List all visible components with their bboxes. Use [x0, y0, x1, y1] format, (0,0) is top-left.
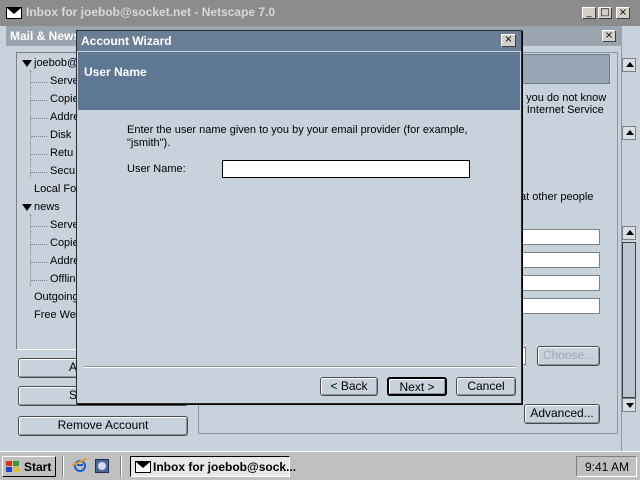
close-button[interactable]: × [616, 7, 630, 19]
account-settings-title: Mail & News [10, 29, 81, 43]
settings-field-1[interactable] [518, 229, 600, 245]
system-tray: 9:41 AM [576, 456, 637, 477]
scroll-up-arrow-icon-2[interactable] [622, 126, 636, 140]
mail-window-icon [6, 7, 22, 19]
tree-connector [31, 100, 47, 101]
next-button[interactable]: Next > [387, 377, 447, 396]
wizard-instruction-line-2: "jsmith"). [127, 137, 171, 149]
maximize-button[interactable]: □ [598, 7, 612, 19]
advanced-button[interactable]: Advanced... [524, 404, 600, 424]
tree-item-label: Outgoing [34, 291, 79, 303]
mail-task-icon [135, 461, 151, 473]
tree-connector [31, 154, 47, 155]
taskbar-task-inbox[interactable]: Inbox for joebob@sock... [130, 456, 296, 477]
expand-twisty-icon[interactable] [22, 60, 32, 67]
wizard-titlebar: Account Wizard × [77, 31, 521, 51]
tree-connector [31, 172, 47, 173]
tree-item-label: Serve [50, 75, 79, 87]
settings-help-text-3: at other people [520, 191, 594, 203]
remove-account-button[interactable]: Remove Account [18, 416, 188, 436]
username-input[interactable] [222, 160, 470, 178]
tree-connector [31, 244, 47, 245]
scroll-down-arrow-icon[interactable] [622, 398, 636, 412]
settings-help-text-2: r Internet Service [520, 104, 604, 116]
start-label: Start [24, 460, 52, 474]
tree-item-label: news [34, 201, 60, 213]
tree-item-label: Local Fo [34, 183, 77, 195]
main-window-title: Inbox for joebob@socket.net - Netscape 7… [26, 5, 276, 19]
netscape-icon[interactable] [94, 458, 110, 474]
tree-connector [31, 82, 47, 83]
wizard-header-banner: User Name [78, 52, 520, 110]
tree-item-label: Offlin [50, 273, 76, 285]
tree-connector [31, 136, 47, 137]
wizard-page-heading: User Name [84, 65, 147, 79]
username-label: User Name: [127, 163, 186, 175]
tree-connector [31, 118, 47, 119]
tree-connector [31, 226, 47, 227]
wizard-separator [83, 366, 515, 368]
tree-connector [31, 262, 47, 263]
tree-item-label: Copie [50, 237, 79, 249]
windows-logo-icon [6, 461, 20, 473]
tree-item-label: Addre [50, 255, 80, 267]
scroll-thumb[interactable] [622, 242, 636, 398]
scroll-up-arrow-icon-3[interactable] [622, 226, 636, 240]
tree-item-label: Secu [50, 165, 76, 177]
minimize-button[interactable]: _ [582, 7, 596, 19]
settings-header-strip [516, 54, 610, 84]
tree-connector [31, 280, 47, 281]
main-title-bar: Inbox for joebob@socket.net - Netscape 7… [0, 0, 640, 26]
tree-item-label: Free We [34, 309, 76, 321]
tree-item-label: Copie [50, 93, 79, 105]
start-button[interactable]: Start [2, 456, 56, 477]
back-button[interactable]: < Back [320, 377, 378, 396]
scroll-up-arrow-icon[interactable] [622, 58, 636, 72]
wizard-close-button[interactable]: × [501, 34, 516, 47]
tree-item-label: Serve [50, 219, 79, 231]
taskbar: Start Inbox for joebob@sock... 9:41 AM [0, 451, 640, 480]
choose-button[interactable]: Choose... [537, 346, 600, 366]
tree-item-label: Disk [50, 129, 72, 141]
internet-explorer-icon[interactable] [71, 457, 89, 474]
settings-field-3[interactable] [518, 275, 600, 291]
account-wizard-dialog: Account Wizard × User Name Enter the use… [76, 30, 522, 404]
tree-item-label: Retu [50, 147, 74, 159]
account-settings-close-button[interactable]: × [602, 30, 616, 42]
clock: 9:41 AM [585, 460, 630, 474]
tree-item-label: Addre [50, 111, 80, 123]
cancel-button[interactable]: Cancel [456, 377, 516, 396]
wizard-instruction-line-1: Enter the user name given to you by your… [127, 124, 468, 136]
taskbar-task-label: Inbox for joebob@sock... [153, 460, 297, 474]
settings-help-text-1: f you do not know [520, 92, 607, 104]
expand-twisty-icon[interactable] [22, 204, 32, 211]
wizard-title: Account Wizard [81, 34, 172, 48]
tree-item-label: joebob@ [34, 57, 79, 69]
settings-field-4[interactable] [518, 298, 600, 314]
settings-field-2[interactable] [518, 252, 600, 268]
